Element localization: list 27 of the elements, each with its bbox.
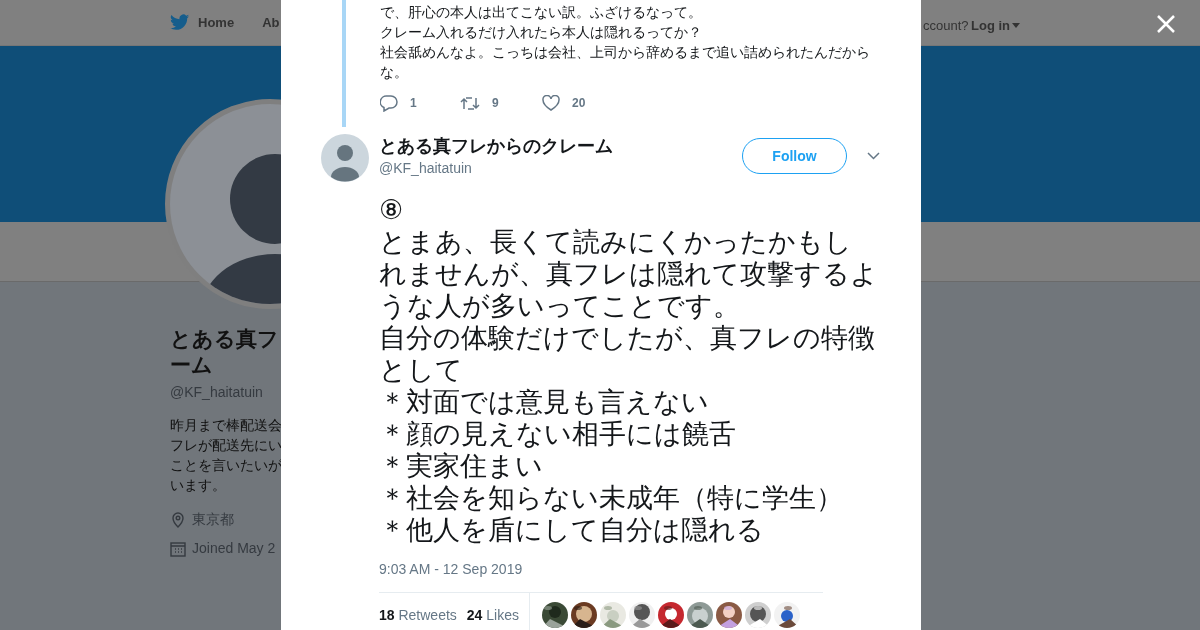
profile-joined-date: Joined May 2: [192, 539, 276, 558]
caret-icon: [1012, 23, 1020, 29]
tweet-text: ⑧ とまあ、長くて読みにくかったかもしれませんが、真フレは隠れて攻撃するような人が多いってことです。 自分の体験だけでしたが、真フレの特徴として ＊対面では意見も言えない ＊顔の見えない相手には饒舌 ＊実家住まい ＊社会を知らない未成年（特に学生） ＊他人を盾にして自分は隠れる: [379, 194, 879, 546]
heart-icon: [542, 95, 560, 111]
calendar-icon: [170, 540, 186, 557]
author-name[interactable]: とある真フレからのクレーム: [379, 135, 613, 157]
login-link[interactable]: Log in: [971, 16, 1020, 36]
profile-location: 東京都: [192, 510, 234, 529]
like-count[interactable]: 24 Likes: [466, 604, 519, 626]
nav-link[interactable]: Ab: [262, 12, 280, 33]
retweet-button[interactable]: 9: [460, 94, 542, 112]
profile-handle: @KF_haitatuin: [170, 383, 263, 402]
reply-icon: [380, 94, 398, 112]
nav-link[interactable]: Home: [170, 12, 235, 33]
account-prompt: ccount?: [923, 17, 969, 35]
chevron-down-icon: [866, 152, 880, 160]
author-handle[interactable]: @KF_haitatuin: [379, 158, 613, 178]
retweet-icon: [460, 95, 480, 111]
location-pin-icon: [170, 511, 186, 528]
avatar-icon[interactable]: [321, 134, 369, 182]
profile-name: とある真フ ーム: [170, 326, 280, 378]
tweet-timestamp: 9:03 AM - 12 Sep 2019: [379, 560, 524, 579]
bird-icon: [170, 14, 190, 31]
retweet-count[interactable]: 18 Retweets: [379, 604, 457, 626]
reply-button[interactable]: 1: [380, 94, 460, 112]
tweet-text: で、肝心の本人は出てこない訳。ふざけるなって。 クレーム入れるだけ入れたら本人は隠れるってか？ 社会舐めんなよ。こっちは会社、上司から辞めるまで追い詰められたんだから な。: [380, 3, 871, 82]
like-button[interactable]: 20: [542, 94, 586, 112]
